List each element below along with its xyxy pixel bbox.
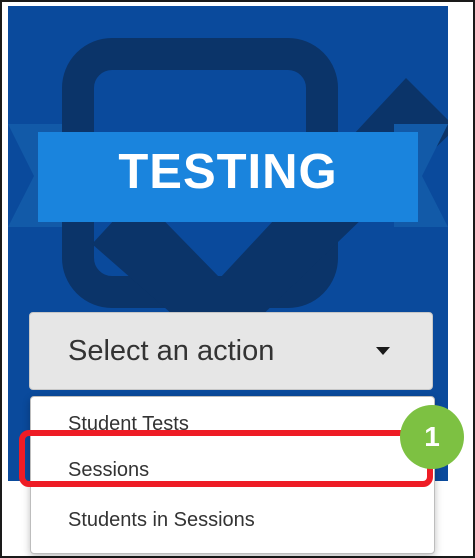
step-number-badge: 1 [400, 405, 464, 469]
action-menu: Student Tests Sessions Students in Sessi… [30, 396, 435, 554]
tile-title: TESTING [118, 145, 338, 199]
caret-down-icon [376, 347, 390, 355]
select-action-label: Select an action [68, 335, 275, 367]
menu-item-students-in-sessions[interactable]: Students in Sessions [68, 509, 255, 532]
testing-card: TESTING Select an action Student Tests S… [0, 0, 475, 558]
menu-item-student-tests[interactable]: Student Tests [68, 413, 189, 436]
select-action-dropdown[interactable]: Select an action [29, 312, 433, 390]
menu-item-sessions[interactable]: Sessions [68, 459, 149, 482]
